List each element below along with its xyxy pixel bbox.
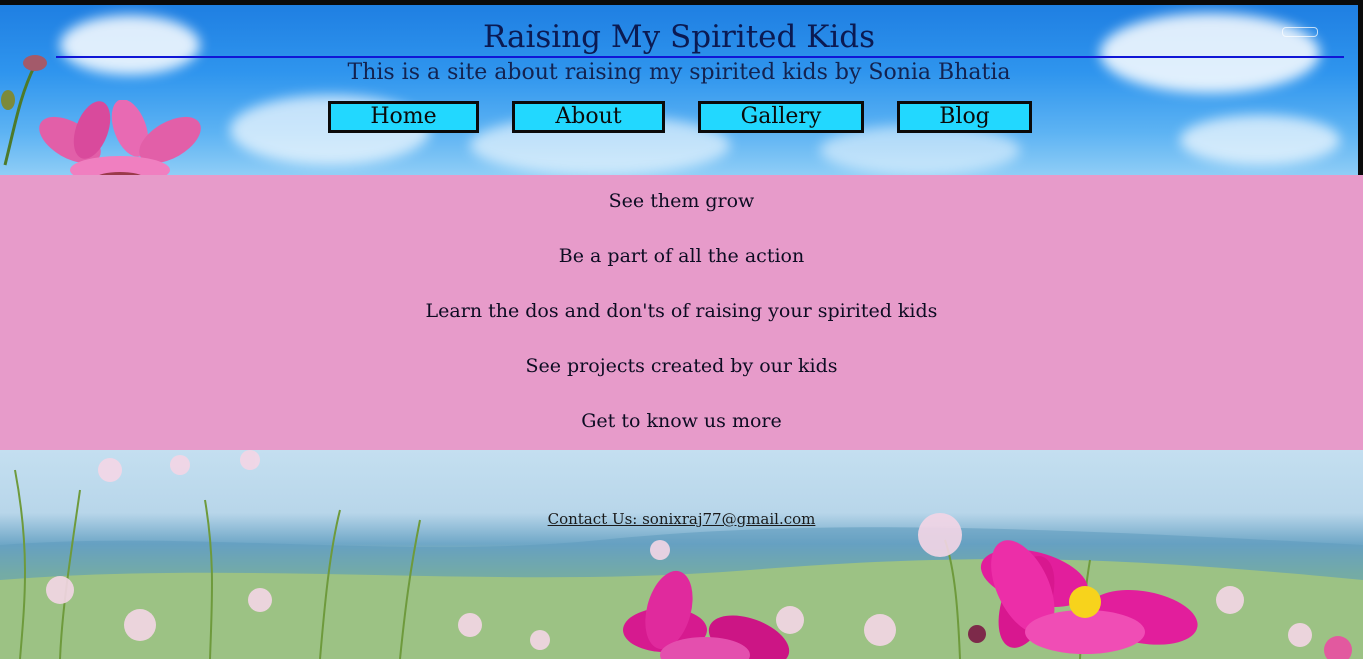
nav-about-button[interactable]: About: [512, 101, 665, 133]
main-nav: Home About Gallery Blog: [0, 101, 1358, 137]
feature-line: See them grow: [608, 190, 755, 212]
nav-gallery-button[interactable]: Gallery: [698, 101, 864, 133]
site-subtitle: This is a site about raising my spirited…: [347, 60, 1011, 85]
contact-email-link[interactable]: Contact Us: sonixraj77@gmail.com: [0, 510, 1363, 528]
feature-line: See projects created by our kids: [525, 355, 838, 377]
site-title: Raising My Spirited Kids: [482, 19, 876, 55]
feature-line: Learn the dos and don'ts of raising your…: [425, 300, 938, 322]
nav-home-button[interactable]: Home: [328, 101, 479, 133]
features-section: See them grow Be a part of all the actio…: [0, 175, 1363, 450]
site-header: Raising My Spirited Kids This is a site …: [0, 5, 1358, 175]
feature-line: Get to know us more: [581, 410, 782, 432]
feature-line: Be a part of all the action: [558, 245, 805, 267]
meadow-background-icon: [0, 450, 1363, 659]
page: Raising My Spirited Kids This is a site …: [0, 0, 1363, 659]
title-divider: [56, 56, 1344, 58]
nav-blog-button[interactable]: Blog: [897, 101, 1032, 133]
site-footer: Contact Us: sonixraj77@gmail.com: [0, 450, 1363, 659]
